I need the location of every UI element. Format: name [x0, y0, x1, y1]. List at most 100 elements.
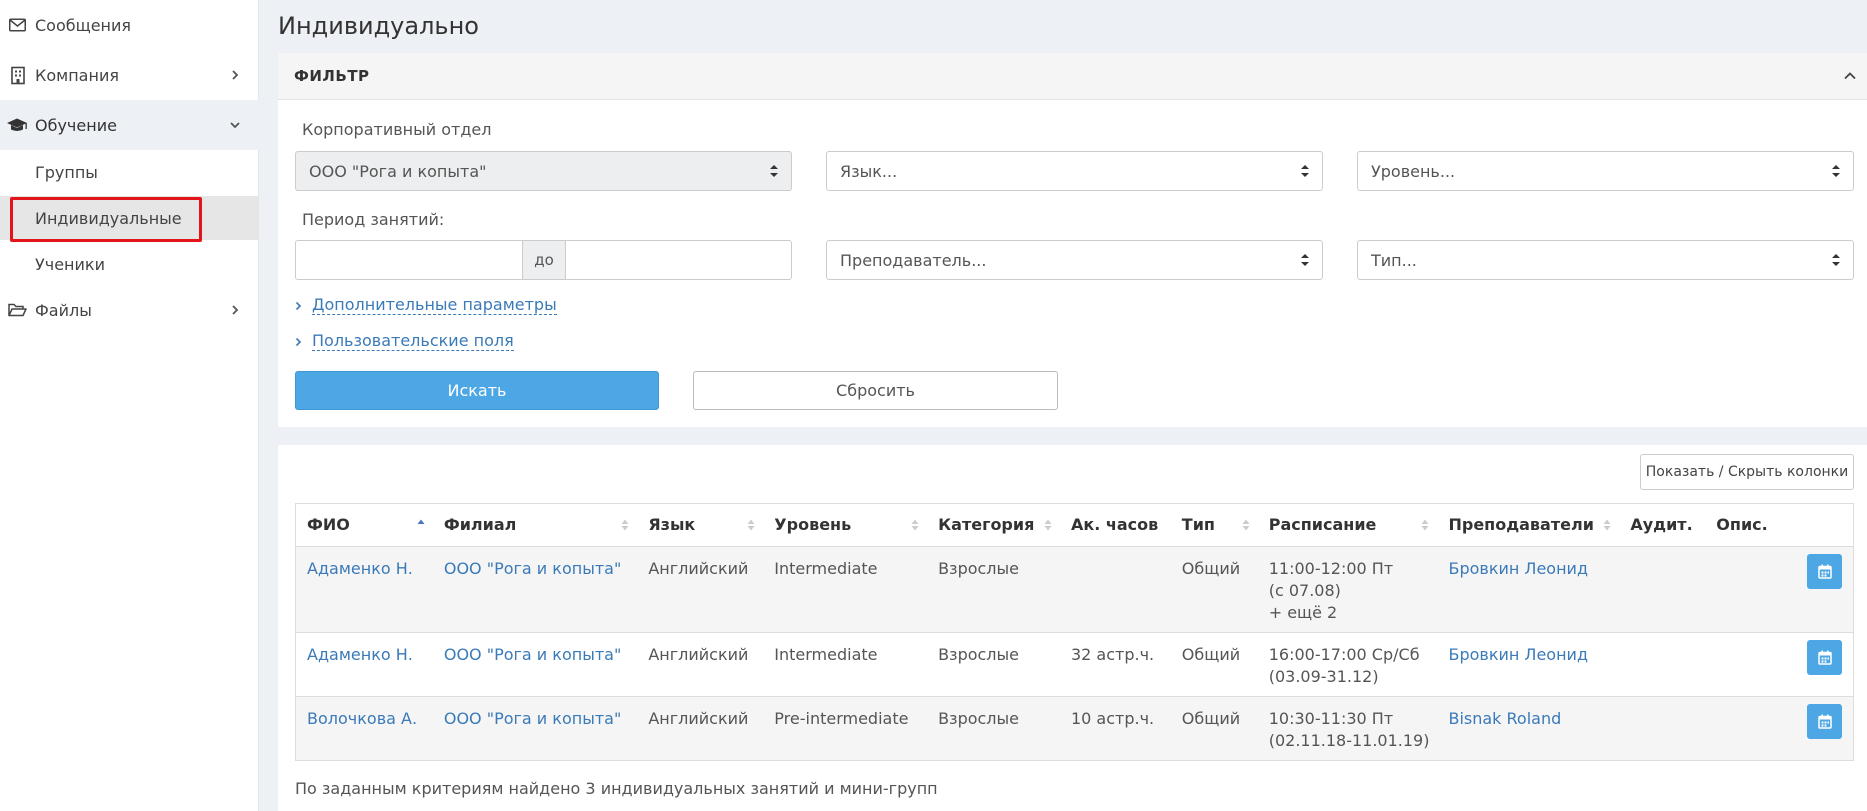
cell-actions: [1705, 695, 1853, 760]
teacher-link[interactable]: Bisnak Roland: [1448, 709, 1561, 728]
cell-category: Взрослые: [927, 545, 1060, 632]
sort-icon: [747, 519, 755, 531]
sidebar-subitem-groups[interactable]: Группы: [0, 150, 259, 194]
cell-type: Общий: [1170, 631, 1258, 696]
chevron-up-icon[interactable]: [1843, 69, 1857, 83]
folder-open-icon: [8, 301, 27, 320]
column-header-type[interactable]: Тип: [1170, 504, 1258, 547]
column-header-label: Расписание: [1268, 515, 1377, 535]
sidebar-subitem-students[interactable]: Ученики: [0, 242, 259, 286]
cell-hours: [1059, 545, 1171, 632]
cell-room: [1619, 631, 1706, 696]
table-row: Адаменко Н. ООО "Рога и копыта" Английск…: [296, 545, 1853, 632]
teacher-link[interactable]: Бровкин Леонид: [1448, 645, 1588, 664]
extra-params-toggle[interactable]: Дополнительные параметры: [295, 296, 557, 315]
teacher-select-value: Преподаватель...: [840, 250, 987, 270]
schedule-time: 10:30-11:30 Пт: [1268, 708, 1394, 728]
period-from-input[interactable]: [296, 241, 522, 279]
toggle-columns-button[interactable]: Показать / Скрыть колонки: [1640, 454, 1854, 490]
column-header-category[interactable]: Категория: [927, 504, 1060, 547]
cell-schedule: 16:00-17:00 Ср/Сб (03.09-31.12): [1257, 631, 1438, 696]
highlight-annotation: [10, 197, 202, 242]
sidebar-item-messages[interactable]: Сообщения: [0, 0, 259, 50]
column-header-teachers[interactable]: Преподаватели: [1437, 504, 1620, 547]
cell-level: Intermediate: [763, 545, 928, 632]
sidebar-item-education[interactable]: Обучение: [0, 100, 259, 150]
column-header-room: Аудит.: [1619, 504, 1706, 547]
sidebar-item-label: Обучение: [35, 115, 117, 135]
sidebar-item-label: Сообщения: [35, 15, 132, 35]
language-select[interactable]: Язык...: [826, 151, 1323, 191]
period-to-input[interactable]: [566, 241, 791, 279]
student-link[interactable]: Волочкова А.: [307, 709, 417, 728]
column-header-label: Опис.: [1716, 515, 1768, 535]
sidebar-item-label: Файлы: [35, 300, 92, 320]
teacher-link[interactable]: Бровкин Леонид: [1448, 559, 1588, 578]
calendar-button[interactable]: [1807, 703, 1842, 739]
sort-icon: [1421, 519, 1429, 531]
table-header-row: ФИО Филиал Язык Уровень Категория Ак. ча…: [296, 504, 1853, 547]
sort-icon: [1603, 519, 1611, 531]
column-header-branch[interactable]: Филиал: [432, 504, 638, 547]
cell-level: Pre-intermediate: [763, 695, 928, 760]
sidebar-item-company[interactable]: Компания: [0, 50, 259, 100]
sort-icon: [911, 519, 919, 531]
cell-category: Взрослые: [927, 695, 1060, 760]
column-header-label: ФИО: [307, 515, 350, 535]
column-header-fio[interactable]: ФИО: [296, 504, 433, 547]
cell-fio: Волочкова А.: [296, 695, 433, 760]
cell-fio: Адаменко Н.: [296, 631, 433, 696]
chevron-right-icon: [295, 301, 302, 310]
cell-branch: ООО "Рога и копыта": [432, 631, 638, 696]
cell-teacher: Бровкин Леонид: [1437, 631, 1620, 696]
cell-language: Английский: [637, 545, 764, 632]
chevron-right-icon: [295, 337, 302, 346]
level-select[interactable]: Уровень...: [1357, 151, 1854, 191]
dept-select[interactable]: ООО "Рога и копыта": [295, 151, 792, 191]
student-link[interactable]: Адаменко Н.: [307, 645, 413, 664]
student-link[interactable]: Адаменко Н.: [307, 559, 413, 578]
column-header-schedule[interactable]: Расписание: [1257, 504, 1438, 547]
schedule-more: + ещё 2: [1268, 602, 1338, 622]
branch-link[interactable]: ООО "Рога и копыта": [444, 645, 621, 664]
period-range: до: [295, 240, 792, 280]
branch-link[interactable]: ООО "Рога и копыта": [444, 709, 621, 728]
cell-schedule: 11:00-12:00 Пт (с 07.08) + ещё 2: [1257, 545, 1438, 632]
cell-language: Английский: [637, 631, 764, 696]
dept-label: Корпоративный отдел: [302, 120, 492, 139]
select-arrows-icon: [1832, 165, 1840, 177]
dept-select-value: ООО "Рога и копыта": [309, 161, 487, 181]
calendar-button[interactable]: [1807, 553, 1842, 589]
select-arrows-icon: [1301, 254, 1309, 266]
cell-actions: [1705, 545, 1853, 632]
column-header-hours: Ак. часов: [1059, 504, 1171, 547]
sidebar-subitem-label: Группы: [35, 162, 98, 182]
column-header-language[interactable]: Язык: [637, 504, 764, 547]
sidebar-item-files[interactable]: Файлы: [0, 285, 259, 335]
sort-asc-icon: [417, 519, 425, 524]
period-label: Период занятий:: [302, 210, 445, 229]
type-select[interactable]: Тип...: [1357, 240, 1854, 280]
custom-fields-toggle[interactable]: Пользовательские поля: [295, 332, 514, 351]
column-header-description: Опис.: [1705, 504, 1853, 547]
cell-category: Взрослые: [927, 631, 1060, 696]
column-header-label: Язык: [648, 515, 696, 535]
calendar-button[interactable]: [1807, 639, 1842, 675]
cell-fio: Адаменко Н.: [296, 545, 433, 632]
schedule-time: 11:00-12:00 Пт: [1268, 558, 1394, 578]
teacher-select[interactable]: Преподаватель...: [826, 240, 1323, 280]
branch-link[interactable]: ООО "Рога и копыта": [444, 559, 621, 578]
level-select-value: Уровень...: [1371, 161, 1456, 181]
cell-branch: ООО "Рога и копыта": [432, 695, 638, 760]
cell-branch: ООО "Рога и копыта": [432, 545, 638, 632]
graduation-cap-icon: [6, 116, 28, 135]
filter-header[interactable]: ФИЛЬТР: [278, 53, 1867, 100]
calendar-icon: [1817, 650, 1832, 665]
sort-icon: [1242, 519, 1250, 531]
cell-language: Английский: [637, 695, 764, 760]
reset-button[interactable]: Сбросить: [693, 371, 1058, 410]
column-header-level[interactable]: Уровень: [763, 504, 928, 547]
sidebar-item-label: Компания: [35, 65, 119, 85]
search-button[interactable]: Искать: [295, 371, 659, 410]
column-header-label: Преподаватели: [1448, 515, 1594, 535]
